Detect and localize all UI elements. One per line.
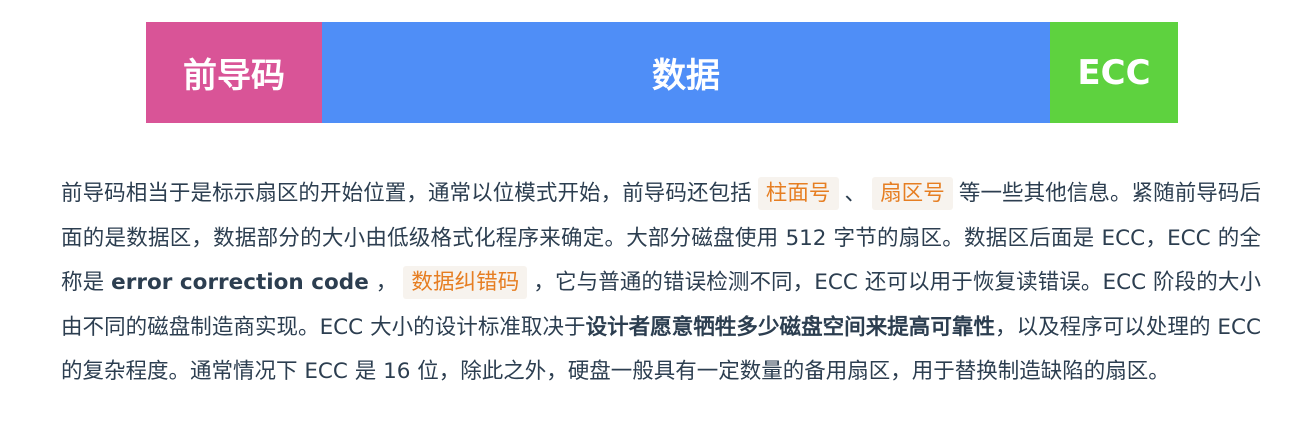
bold-error-correction-code: error correction code [111, 270, 369, 295]
preamble-label: 前导码 [183, 56, 285, 96]
preamble-segment: 前导码 [146, 22, 322, 123]
ecc-segment: ECC [1050, 22, 1178, 123]
text-run: 前导码相当于是标示扇区的开始位置，通常以位模式开始，前导码还包括 [61, 181, 752, 206]
sector-format-diagram: 前导码 数据 ECC [146, 22, 1178, 123]
description-paragraph: 前导码相当于是标示扇区的开始位置，通常以位模式开始，前导码还包括 柱面号、扇区号等… [61, 172, 1261, 395]
ecc-label: ECC [1077, 52, 1151, 93]
highlight-data-ecc: 数据纠错码 [403, 266, 528, 299]
text-run: 、 [844, 181, 867, 206]
text-run: ， [375, 270, 398, 295]
highlight-sector-number: 扇区号 [872, 177, 953, 210]
data-segment: 数据 [322, 22, 1050, 123]
data-label: 数据 [652, 56, 720, 96]
highlight-cylinder-number: 柱面号 [757, 177, 839, 210]
bold-design-tradeoff: 设计者愿意牺牲多少磁盘空间来提高可靠性 [585, 314, 996, 340]
